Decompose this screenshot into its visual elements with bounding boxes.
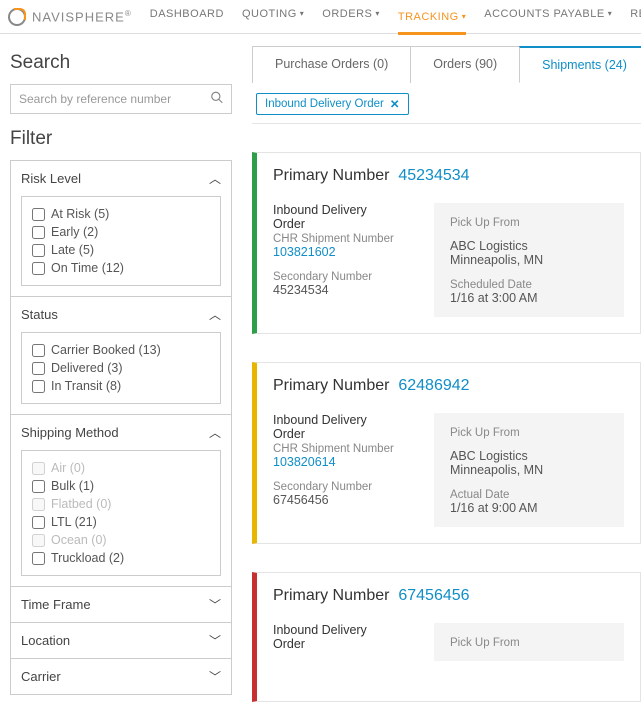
chevron-up-icon: ︿ — [209, 170, 221, 187]
primary-number-link[interactable]: 45234534 — [398, 167, 469, 184]
nav-orders[interactable]: ORDERS▾ — [322, 8, 380, 26]
filter-head-shipping[interactable]: Shipping Method︿ — [11, 415, 231, 450]
tab-purchase-orders[interactable]: Purchase Orders (0) — [252, 46, 411, 83]
tab-orders[interactable]: Orders (90) — [410, 46, 520, 83]
result-tabs: Purchase Orders (0) Orders (90) Shipment… — [252, 46, 641, 83]
filter-heading: Filter — [10, 128, 232, 150]
search-input[interactable] — [10, 84, 232, 114]
shipment-card[interactable]: Primary Number 67456456 Inbound Delivery… — [252, 572, 641, 702]
filter-head-location[interactable]: Location﹀ — [11, 623, 231, 658]
caret-down-icon: ▾ — [375, 9, 380, 18]
nav-reverse-logistics[interactable]: REVERSE LOGISTICS — [630, 8, 641, 26]
search-heading: Search — [10, 52, 232, 74]
chr-number-link[interactable]: 103820614 — [273, 455, 394, 469]
chevron-up-icon: ︿ — [209, 306, 221, 323]
search-icon — [210, 91, 224, 108]
chevron-up-icon: ︿ — [209, 424, 221, 441]
nav-accounts-payable[interactable]: ACCOUNTS PAYABLE▾ — [484, 8, 612, 26]
opt-ltl[interactable]: LTL (21) — [32, 513, 210, 531]
nav-dashboard[interactable]: DASHBOARD — [150, 8, 224, 26]
nav-tracking[interactable]: TRACKING▾ — [398, 8, 466, 35]
primary-number-link[interactable]: 62486942 — [398, 377, 469, 394]
opt-on-time[interactable]: On Time (12) — [32, 259, 210, 277]
filter-head-risk[interactable]: Risk Level︿ — [11, 161, 231, 196]
opt-truckload[interactable]: Truckload (2) — [32, 549, 210, 567]
opt-early[interactable]: Early (2) — [32, 223, 210, 241]
chevron-down-icon: ﹀ — [209, 632, 221, 649]
caret-down-icon: ▾ — [608, 9, 613, 18]
filter-panel: Risk Level︿ At Risk (5) Early (2) Late (… — [10, 160, 232, 695]
sidebar: Search Filter Risk Level︿ At Risk (5) Ea… — [10, 46, 232, 695]
caret-down-icon: ▾ — [300, 9, 305, 18]
main-content: Purchase Orders (0) Orders (90) Shipment… — [252, 46, 641, 702]
opt-bulk[interactable]: Bulk (1) — [32, 477, 210, 495]
primary-number-link[interactable]: 67456456 — [398, 587, 469, 604]
opt-in-transit[interactable]: In Transit (8) — [32, 377, 210, 395]
shipment-card[interactable]: Primary Number 45234534 Inbound Delivery… — [252, 152, 641, 334]
brand-mark-icon — [8, 8, 26, 26]
opt-carrier-booked[interactable]: Carrier Booked (13) — [32, 341, 210, 359]
chevron-down-icon: ﹀ — [209, 668, 221, 685]
brand-logo: NAVISPHERE® — [8, 8, 132, 26]
chevron-down-icon: ﹀ — [209, 596, 221, 613]
brand-text: NAVISPHERE® — [32, 9, 132, 24]
chr-number-link[interactable]: 103821602 — [273, 245, 394, 259]
nav-quoting[interactable]: QUOTING▾ — [242, 8, 304, 26]
filter-head-carrier[interactable]: Carrier﹀ — [11, 659, 231, 694]
close-icon[interactable]: ✕ — [390, 97, 400, 111]
opt-ocean: Ocean (0) — [32, 531, 210, 549]
opt-at-risk[interactable]: At Risk (5) — [32, 205, 210, 223]
filter-head-status[interactable]: Status︿ — [11, 297, 231, 332]
shipment-card[interactable]: Primary Number 62486942 Inbound Delivery… — [252, 362, 641, 544]
filter-head-timeframe[interactable]: Time Frame﹀ — [11, 587, 231, 622]
tab-shipments[interactable]: Shipments (24) — [519, 46, 641, 83]
opt-late[interactable]: Late (5) — [32, 241, 210, 259]
opt-air: Air (0) — [32, 459, 210, 477]
filter-chip-inbound-delivery[interactable]: Inbound Delivery Order✕ — [256, 93, 409, 115]
caret-down-icon: ▾ — [462, 12, 467, 21]
opt-delivered[interactable]: Delivered (3) — [32, 359, 210, 377]
opt-flatbed: Flatbed (0) — [32, 495, 210, 513]
top-nav: NAVISPHERE® DASHBOARD QUOTING▾ ORDERS▾ T… — [0, 0, 641, 34]
